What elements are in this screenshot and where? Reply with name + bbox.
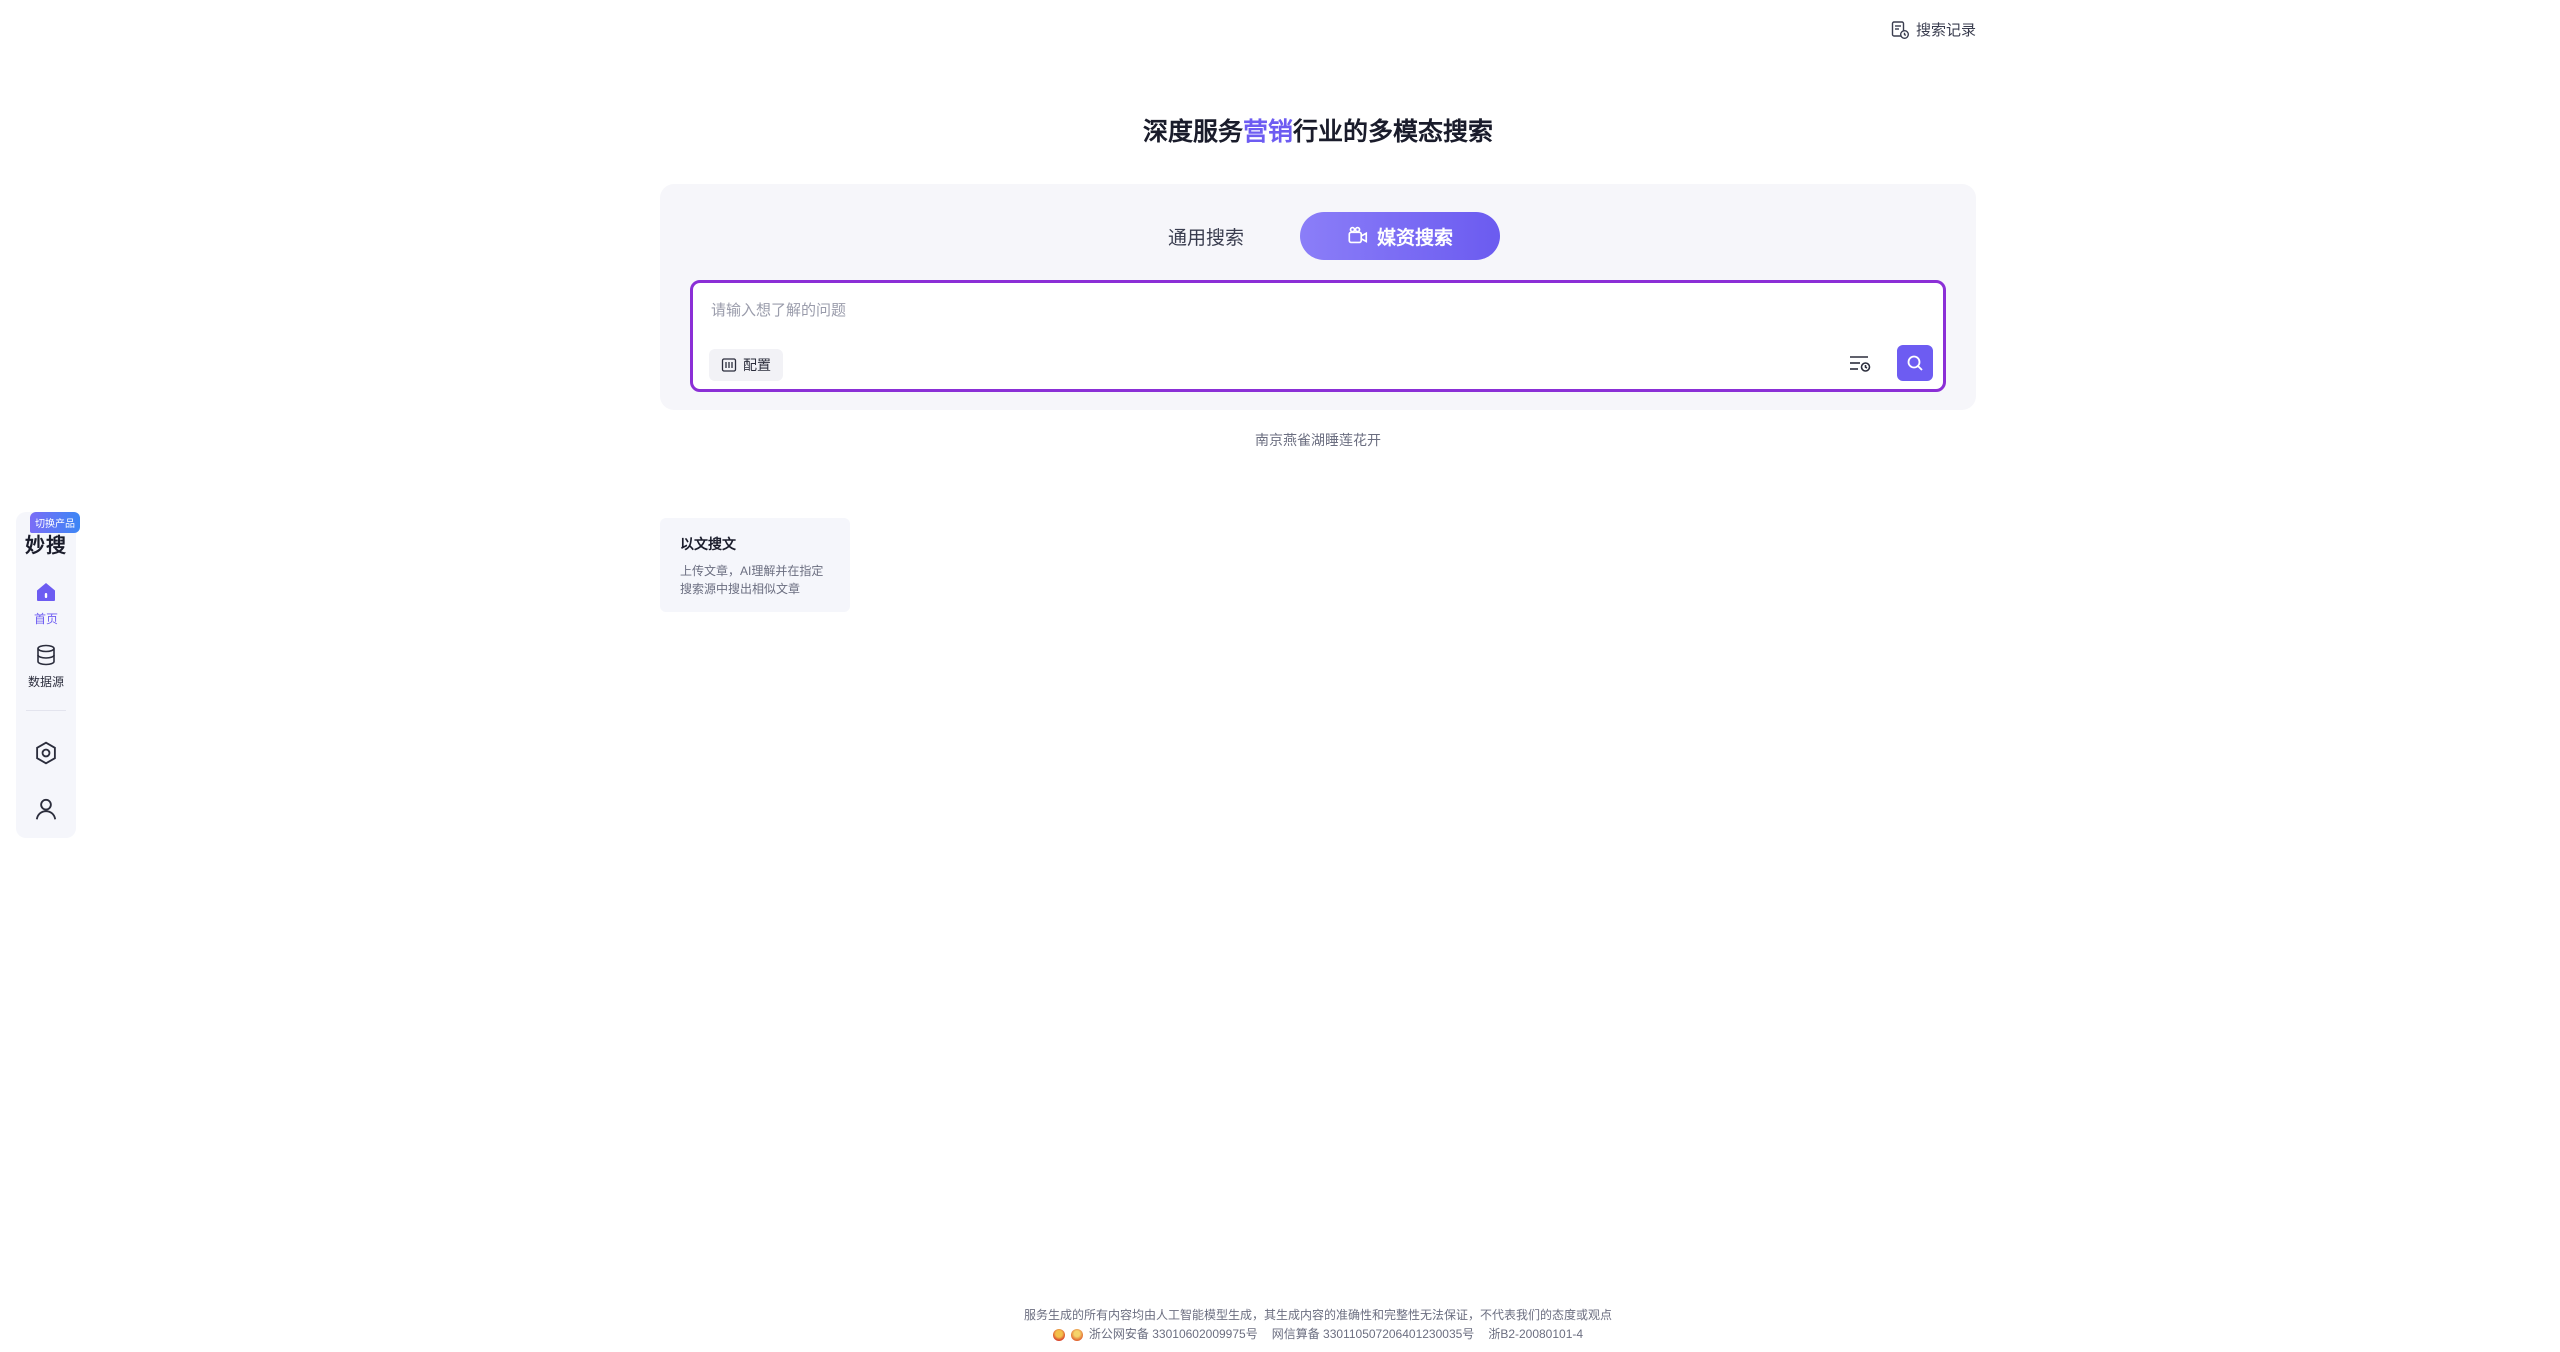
product-logo[interactable]: 切换产品 妙搜 bbox=[16, 512, 80, 572]
config-button[interactable]: 配置 bbox=[709, 349, 783, 381]
tab-media-search[interactable]: 媒资搜索 bbox=[1300, 212, 1500, 260]
headline-highlight: 营销 bbox=[1242, 118, 1293, 146]
sidebar-item-home[interactable]: 首页 bbox=[16, 572, 76, 635]
headline-suffix: 行业的多模态搜索 bbox=[1293, 118, 1494, 146]
search-filter-button[interactable] bbox=[1847, 351, 1873, 375]
police-badge-icon bbox=[1052, 1328, 1065, 1341]
sidebar-item-datasource[interactable]: 数据源 bbox=[16, 635, 76, 698]
card-title: 以文搜文 bbox=[680, 536, 736, 552]
config-icon bbox=[721, 358, 737, 372]
icp-record-link[interactable]: 浙B2-20080101-4 bbox=[1488, 1325, 1583, 1344]
history-icon bbox=[1891, 20, 1909, 39]
sidebar-divider bbox=[26, 710, 66, 711]
search-submit-button[interactable] bbox=[1897, 345, 1933, 381]
tab-label: 通用搜索 bbox=[1167, 227, 1244, 249]
search-box: 配置 bbox=[690, 280, 1946, 392]
database-icon bbox=[37, 644, 55, 666]
search-tabs: 通用搜索 媒资搜索 bbox=[660, 212, 1976, 260]
page-headline: 深度服务营销行业的多模态搜索 bbox=[0, 112, 2560, 148]
switch-product-badge[interactable]: 切换产品 bbox=[30, 512, 80, 533]
tab-general-search[interactable]: 通用搜索 bbox=[1136, 212, 1276, 260]
search-history-link[interactable]: 搜索记录 bbox=[1890, 19, 1976, 40]
police-record-link[interactable]: 浙公网安备 33010602009975号 bbox=[1089, 1325, 1258, 1344]
search-suggestion[interactable]: 南京燕雀湖睡莲花开 bbox=[0, 430, 2560, 450]
tab-label: 媒资搜索 bbox=[1376, 227, 1453, 249]
config-label: 配置 bbox=[743, 357, 771, 373]
search-input[interactable] bbox=[711, 295, 1811, 325]
search-history-label: 搜索记录 bbox=[1915, 22, 1976, 39]
footer-records: 浙公网安备 33010602009975号 网信算备 3301105072064… bbox=[0, 1325, 2560, 1344]
sidebar-item-label: 数据源 bbox=[27, 675, 64, 689]
footer: 服务生成的所有内容均由人工智能模型生成，其生成内容的准确性和完整性无法保证，不代… bbox=[0, 1306, 2560, 1344]
search-icon bbox=[1907, 355, 1923, 371]
user-icon bbox=[35, 798, 57, 820]
footer-disclaimer: 服务生成的所有内容均由人工智能模型生成，其生成内容的准确性和完整性无法保证，不代… bbox=[1023, 1308, 1612, 1322]
algorithm-record-link[interactable]: 网信算备 330110507206401230035号 bbox=[1272, 1325, 1475, 1344]
police-emblem-icon bbox=[1070, 1328, 1083, 1341]
filter-list-icon bbox=[1850, 356, 1871, 372]
sidebar: 切换产品 妙搜 首页 数据源 bbox=[16, 512, 80, 838]
logo-text: 妙搜 bbox=[25, 535, 67, 557]
sidebar-user-button[interactable] bbox=[16, 781, 76, 837]
search-panel: 通用搜索 媒资搜索 配置 bbox=[660, 184, 1976, 410]
card-description: 上传文章，AI理解并在指定搜索源中搜出相似文章 bbox=[680, 564, 824, 596]
settings-icon bbox=[36, 741, 56, 765]
home-icon bbox=[37, 583, 55, 601]
video-camera-icon bbox=[1348, 226, 1368, 244]
sidebar-item-label: 首页 bbox=[33, 612, 58, 626]
headline-prefix: 深度服务 bbox=[1142, 118, 1243, 146]
feature-card-text-search[interactable]: 以文搜文 上传文章，AI理解并在指定搜索源中搜出相似文章 bbox=[660, 518, 850, 612]
sidebar-settings-button[interactable] bbox=[16, 725, 76, 781]
